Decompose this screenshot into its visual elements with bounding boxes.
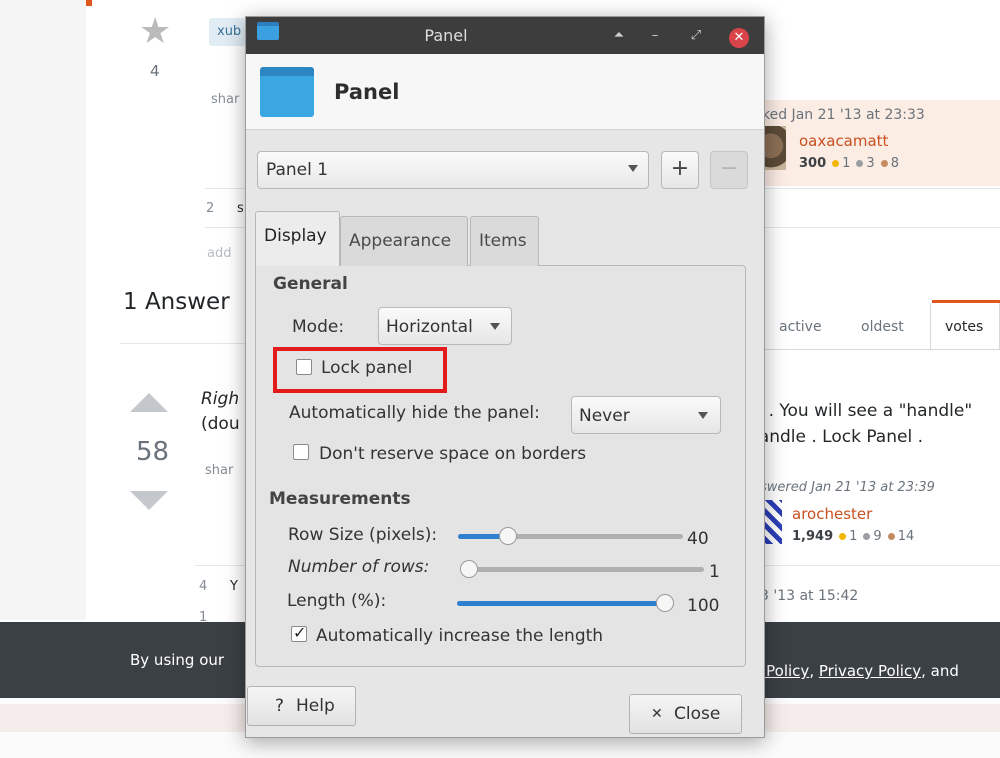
length-label: Length (%): — [287, 591, 387, 611]
mode-value: Horizontal — [386, 317, 473, 337]
close-window-button[interactable]: ✕ — [729, 28, 749, 48]
cookie-text: By using our — [130, 651, 225, 669]
chevron-down-icon — [698, 412, 708, 419]
shade-button[interactable]: ⏶ — [610, 27, 628, 45]
window-title: Panel — [424, 26, 468, 45]
privacy-policy-link[interactable]: Privacy Policy — [819, 662, 921, 680]
autohide-dropdown[interactable]: Never — [571, 396, 721, 434]
screen: ★ 4 xub shar ked Jan 21 '13 at 23:33 oax… — [0, 0, 1000, 758]
tab-display[interactable]: Display — [255, 211, 340, 266]
auto-increase-label[interactable]: Automatically increase the length — [316, 626, 603, 646]
tab-active[interactable]: active — [779, 319, 822, 335]
sort-tab-selected-frame — [930, 303, 1000, 350]
panel-preferences-dialog: Panel ⏶ – ⤢ ✕ Panel Panel 1 + − Display … — [245, 16, 765, 738]
general-heading: General — [273, 274, 348, 294]
dialog-header: Panel — [246, 54, 764, 130]
auto-increase-checkbox[interactable] — [291, 623, 307, 642]
answered-user-reputation: 1,949 1 9 14 — [792, 529, 915, 544]
answer-text-start-1: Righ — [201, 389, 240, 409]
slider-handle[interactable] — [460, 560, 478, 578]
answer-score: 58 — [136, 437, 170, 467]
slider-handle[interactable] — [499, 527, 517, 545]
tab-items[interactable]: Items — [470, 216, 539, 266]
asked-user-link[interactable]: oaxacamatt — [799, 132, 888, 150]
answers-heading: 1 Answer — [123, 289, 230, 315]
close-icon: ✕ — [651, 706, 663, 722]
answered-user-link[interactable]: arochester — [792, 505, 872, 523]
row-size-label: Row Size (pixels): — [288, 525, 438, 545]
folder-icon — [260, 67, 314, 117]
lock-panel-label[interactable]: Lock panel — [321, 358, 412, 378]
upvote-arrow-icon[interactable] — [130, 393, 168, 412]
asked-user-reputation: 300 1 3 8 — [799, 156, 899, 171]
close-button[interactable]: ✕ Close — [629, 694, 742, 734]
maximize-button[interactable]: ⤢ — [687, 27, 705, 45]
answer-text-end-2: handle . Lock Panel . — [748, 427, 923, 447]
lock-panel-checkbox[interactable] — [296, 359, 312, 375]
help-icon: ? — [275, 696, 285, 716]
tab-oldest[interactable]: oldest — [861, 319, 904, 335]
comment-text: s — [237, 201, 244, 216]
answer-text-start-2: (dou — [201, 414, 240, 434]
asked-meta: ked Jan 21 '13 at 23:33 — [762, 107, 925, 123]
length-value: 100 — [687, 596, 720, 616]
rows-slider[interactable] — [460, 560, 704, 578]
add-comment-link[interactable]: add — [207, 246, 231, 261]
favorite-star-icon[interactable]: ★ — [139, 14, 171, 50]
row-size-value: 40 — [687, 529, 709, 549]
mode-dropdown[interactable]: Horizontal — [378, 307, 512, 345]
slider-fill — [457, 601, 665, 606]
accent-mark — [86, 0, 92, 6]
add-panel-button[interactable]: + — [661, 151, 699, 189]
panel-selector[interactable]: Panel 1 — [257, 151, 649, 189]
autohide-value: Never — [579, 406, 630, 426]
answered-meta: swered Jan 21 '13 at 23:39 — [760, 480, 935, 495]
close-button-label: Close — [674, 704, 721, 724]
help-button-label: Help — [296, 696, 335, 716]
chevron-down-icon — [628, 165, 638, 172]
row-size-slider[interactable] — [458, 527, 683, 545]
panel-selector-value: Panel 1 — [266, 160, 329, 180]
cookie-policy-links: ie Policy, Privacy Policy, and — [748, 662, 959, 680]
answer-text-end-1: el . You will see a "handle" — [748, 401, 973, 421]
autohide-label: Automatically hide the panel: — [289, 403, 540, 423]
favorite-count: 4 — [150, 62, 160, 80]
minimize-button[interactable]: – — [646, 27, 664, 45]
sort-tab-indicator — [932, 300, 1000, 303]
downvote-arrow-icon[interactable] — [130, 491, 168, 510]
title-bar[interactable]: Panel ⏶ – ⤢ ✕ — [246, 17, 764, 54]
rows-label: Number of rows: — [288, 557, 430, 577]
mode-label: Mode: — [292, 317, 345, 337]
share-link[interactable]: shar — [211, 92, 239, 107]
help-button[interactable]: ? Help — [247, 686, 356, 726]
slider-handle[interactable] — [656, 594, 674, 612]
reserve-space-checkbox[interactable] — [293, 444, 309, 460]
comment-score: 2 — [206, 201, 215, 216]
rows-value: 1 — [709, 562, 720, 582]
measurements-heading: Measurements — [269, 489, 411, 509]
answer-share-link[interactable]: shar — [205, 463, 233, 478]
length-slider[interactable] — [457, 594, 674, 612]
page-gutter — [0, 0, 86, 620]
chevron-down-icon — [490, 323, 500, 330]
edited-meta: 3 '13 at 15:42 — [760, 588, 859, 604]
answer-comment-text: Y — [230, 579, 238, 594]
remove-panel-button[interactable]: − — [710, 151, 748, 189]
answer-comment-score: 4 — [199, 579, 208, 594]
question-tag[interactable]: xub — [209, 18, 249, 46]
reserve-space-label[interactable]: Don't reserve space on borders — [319, 444, 586, 464]
tab-appearance[interactable]: Appearance — [340, 216, 468, 266]
dialog-heading: Panel — [334, 80, 400, 104]
